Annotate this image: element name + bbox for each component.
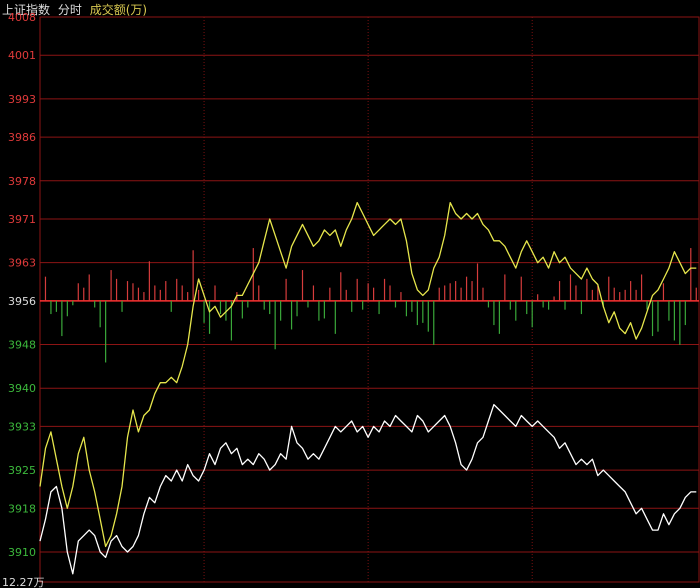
chart-window: 上证指数 分时 成交额(万) 4008 4001 3993 3986 3978 3971 3… (0, 0, 700, 588)
y-tick-label: 3933 (8, 420, 36, 433)
y-tick-label: 3963 (8, 257, 36, 270)
y-tick-label: 3940 (8, 382, 36, 395)
y-tick-label: 3910 (8, 546, 36, 559)
y-tick-label: 3986 (8, 131, 36, 144)
y-tick-label: 3993 (8, 93, 36, 106)
y-tick-label: 3971 (8, 213, 36, 226)
y-tick-label: 4001 (8, 49, 36, 62)
y-tick-label: 3948 (8, 339, 36, 352)
y-tick-label: 3978 (8, 175, 36, 188)
y-tick-label: 4008 (8, 11, 36, 24)
intraday-chart[interactable]: 4008 4001 3993 3986 3978 3971 3963 3956 3948 3940… (0, 0, 700, 588)
volume-axis-label: 12.27万 (2, 576, 45, 588)
y-tick-label: 3918 (8, 502, 36, 515)
y-tick-label: 3925 (8, 464, 36, 477)
y-tick-label: 3956 (8, 295, 36, 308)
